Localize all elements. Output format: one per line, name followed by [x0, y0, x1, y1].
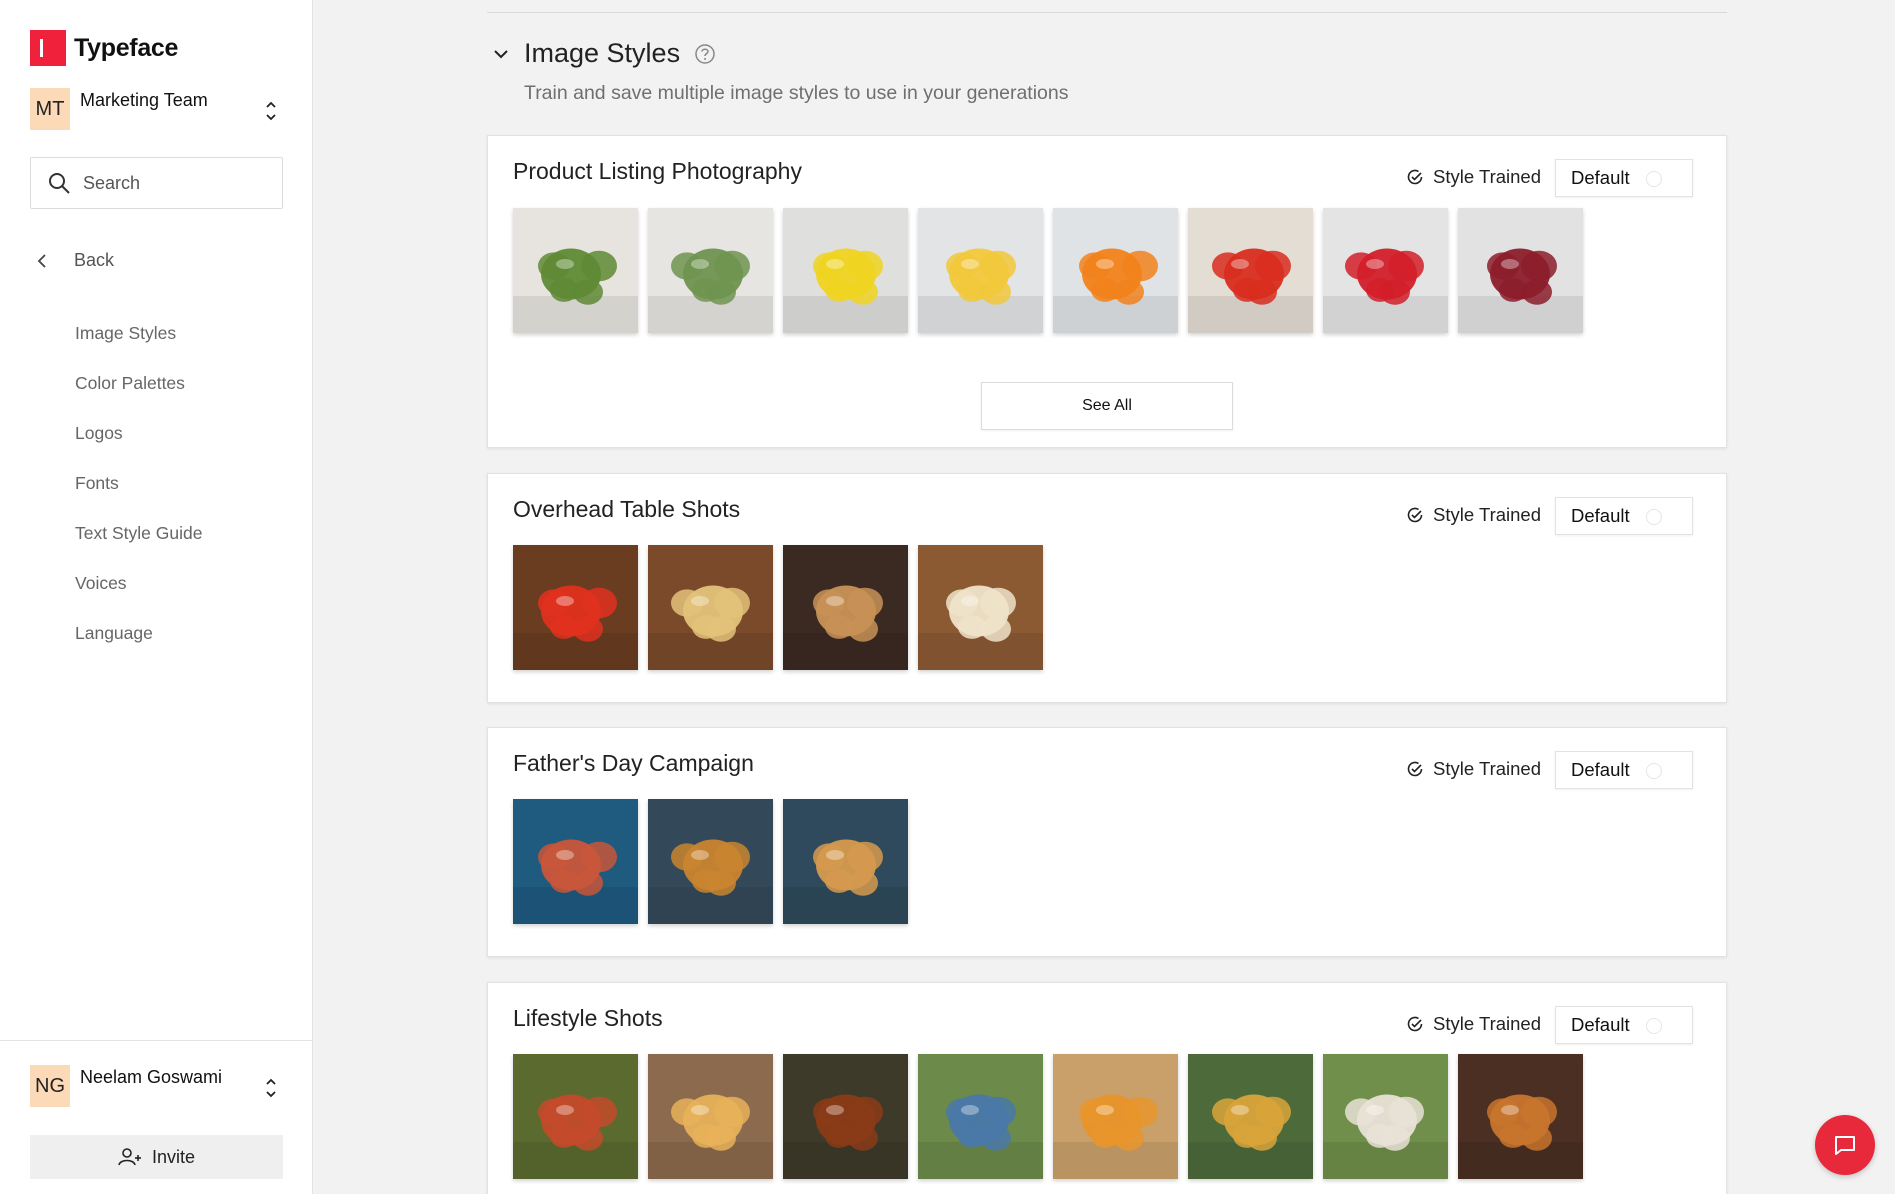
chevron-up-down-icon	[266, 101, 276, 121]
style-image-thumbnail[interactable]	[918, 1054, 1043, 1179]
style-image-thumbnail[interactable]	[648, 799, 773, 924]
toggle-knob[interactable]	[1646, 1018, 1662, 1034]
default-toggle[interactable]: Default	[1555, 751, 1693, 789]
nav-item-image-styles[interactable]: Image Styles	[75, 318, 202, 368]
add-user-icon	[118, 1148, 141, 1166]
style-image-thumbnail[interactable]	[783, 208, 908, 333]
nav-item-language[interactable]: Language	[75, 618, 202, 668]
card-title: Overhead Table Shots	[513, 496, 741, 522]
chat-button[interactable]	[1815, 1115, 1875, 1175]
style-image-thumbnail[interactable]	[648, 1054, 773, 1179]
check-circle-icon	[1407, 761, 1423, 777]
team-avatar: MT	[30, 88, 70, 130]
style-image-thumbnail[interactable]	[918, 208, 1043, 333]
style-image-thumbnail[interactable]	[1323, 1054, 1448, 1179]
default-label: Default	[1571, 167, 1630, 188]
style-image-thumbnail[interactable]	[648, 545, 773, 670]
style-image-thumbnail[interactable]	[513, 1054, 638, 1179]
user-avatar: NG	[30, 1065, 70, 1107]
check-circle-icon	[1407, 169, 1423, 185]
image-gallery	[513, 1054, 1583, 1179]
style-image-thumbnail[interactable]	[783, 799, 908, 924]
search-box[interactable]	[30, 157, 283, 209]
nav-item-color-palettes[interactable]: Color Palettes	[75, 368, 202, 418]
card-title: Father's Day Campaign	[513, 750, 754, 776]
team-switcher[interactable]: MT Marketing Team	[30, 88, 280, 130]
check-circle-icon	[1407, 507, 1423, 523]
section-title: Image Styles	[524, 38, 681, 68]
nav-item-voices[interactable]: Voices	[75, 568, 202, 618]
search-input[interactable]	[83, 172, 263, 194]
card-title: Product Listing Photography	[513, 158, 802, 184]
style-image-thumbnail[interactable]	[783, 1054, 908, 1179]
chevron-down-icon[interactable]	[492, 48, 510, 60]
default-label: Default	[1571, 1014, 1630, 1035]
image-gallery	[513, 208, 1583, 333]
style-image-thumbnail[interactable]	[1053, 1054, 1178, 1179]
toggle-knob[interactable]	[1646, 171, 1662, 187]
status-label: Style Trained	[1433, 758, 1541, 779]
chevron-up-down-icon	[266, 1078, 276, 1098]
invite-button[interactable]: Invite	[30, 1135, 283, 1179]
default-label: Default	[1571, 505, 1630, 526]
invite-label: Invite	[151, 1146, 196, 1167]
style-trained-status: Style Trained	[1406, 504, 1541, 526]
brand[interactable]: Typeface	[30, 30, 178, 66]
image-gallery	[513, 545, 1043, 670]
default-toggle[interactable]: Default	[1555, 159, 1693, 197]
back-link[interactable]: Back	[36, 250, 114, 271]
style-card: Overhead Table Shots Style Trained Defau…	[487, 473, 1727, 703]
help-icon[interactable]	[694, 43, 716, 65]
user-name: Neelam Goswami	[80, 1067, 223, 1087]
nav-item-text-style-guide[interactable]: Text Style Guide	[75, 518, 202, 568]
style-image-thumbnail[interactable]	[513, 208, 638, 333]
see-all-button[interactable]: See All	[981, 382, 1233, 430]
nav-item-logos[interactable]: Logos	[75, 418, 202, 468]
brand-name: Typeface	[74, 33, 179, 62]
sidebar-divider	[0, 1040, 313, 1041]
style-trained-status: Style Trained	[1406, 758, 1541, 780]
status-label: Style Trained	[1433, 1013, 1541, 1034]
style-image-thumbnail[interactable]	[1188, 208, 1313, 333]
default-toggle[interactable]: Default	[1555, 497, 1693, 535]
toggle-knob[interactable]	[1646, 763, 1662, 779]
status-label: Style Trained	[1433, 166, 1541, 187]
section-divider	[487, 12, 1727, 13]
sidebar: Typeface MT Marketing Team Back Image St…	[0, 0, 313, 1194]
style-image-thumbnail[interactable]	[1458, 208, 1583, 333]
style-image-thumbnail[interactable]	[1053, 208, 1178, 333]
check-circle-icon	[1407, 1016, 1423, 1032]
default-label: Default	[1571, 759, 1630, 780]
style-image-thumbnail[interactable]	[513, 799, 638, 924]
section-subtitle: Train and save multiple image styles to …	[524, 82, 1069, 104]
style-image-thumbnail[interactable]	[513, 545, 638, 670]
style-card: Father's Day Campaign Style Trained Defa…	[487, 727, 1727, 957]
team-name: Marketing Team	[80, 90, 208, 110]
typeface-logo-icon	[30, 30, 66, 66]
style-image-thumbnail[interactable]	[1188, 1054, 1313, 1179]
default-toggle[interactable]: Default	[1555, 1006, 1693, 1044]
search-icon	[49, 173, 70, 194]
nav-item-fonts[interactable]: Fonts	[75, 468, 202, 518]
style-trained-status: Style Trained	[1406, 166, 1541, 188]
style-image-thumbnail[interactable]	[648, 208, 773, 333]
style-image-thumbnail[interactable]	[1323, 208, 1448, 333]
card-title: Lifestyle Shots	[513, 1005, 663, 1031]
image-gallery	[513, 799, 908, 924]
style-trained-status: Style Trained	[1406, 1013, 1541, 1035]
style-card: Product Listing Photography Style Traine…	[487, 135, 1727, 448]
toggle-knob[interactable]	[1646, 509, 1662, 525]
style-image-thumbnail[interactable]	[783, 545, 908, 670]
status-label: Style Trained	[1433, 504, 1541, 525]
style-image-thumbnail[interactable]	[918, 545, 1043, 670]
user-switcher[interactable]: NG Neelam Goswami	[30, 1065, 280, 1107]
style-image-thumbnail[interactable]	[1458, 1054, 1583, 1179]
section-header[interactable]: Image Styles	[492, 38, 716, 69]
back-label: Back	[74, 250, 115, 270]
style-card: Lifestyle Shots Style Trained Default	[487, 982, 1727, 1194]
settings-nav: Image Styles Color Palettes Logos Fonts …	[75, 318, 202, 668]
chat-icon	[1835, 1136, 1855, 1155]
chevron-left-icon	[37, 253, 46, 268]
